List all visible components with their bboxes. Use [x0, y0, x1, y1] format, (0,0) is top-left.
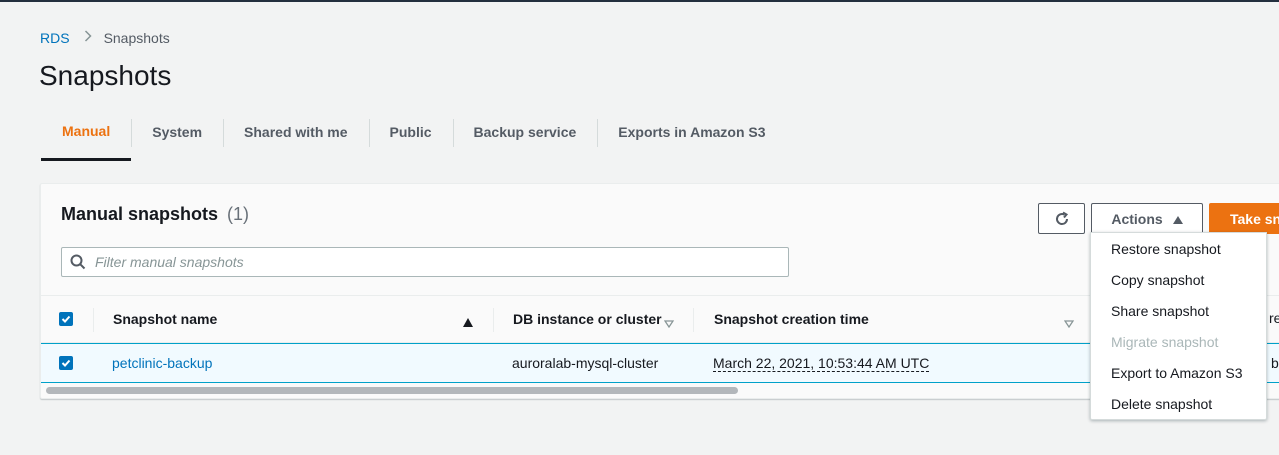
header-separator — [93, 296, 94, 342]
take-snapshot-button[interactable]: Take snapshot — [1209, 203, 1279, 234]
checkmark-icon — [61, 315, 71, 323]
db-instance-cell: auroralab-mysql-cluster — [512, 355, 659, 371]
refresh-icon — [1055, 211, 1068, 225]
panel-title-text: Manual snapshots — [61, 204, 219, 224]
tab-shared-with-me[interactable]: Shared with me — [223, 110, 368, 154]
tab-public[interactable]: Public — [368, 110, 453, 154]
tab-backup-service[interactable]: Backup service — [452, 110, 598, 154]
tab-exports-s3[interactable]: Exports in Amazon S3 — [597, 110, 786, 154]
column-label: Snapshot creation time — [714, 311, 869, 327]
snapshot-count: (1) — [227, 204, 250, 224]
panel-title: Manual snapshots (1) — [61, 204, 249, 225]
sort-ascending-icon[interactable] — [463, 314, 473, 330]
tab-bar: Manual System Shared with me Public Back… — [41, 110, 787, 161]
column-label: DB instance or cluster — [513, 311, 662, 327]
sort-icon[interactable] — [1063, 315, 1075, 331]
breadcrumb-current: Snapshots — [103, 29, 170, 46]
menu-item-restore-snapshot[interactable]: Restore snapshot — [1091, 233, 1266, 264]
breadcrumb-rds-link[interactable]: RDS — [40, 30, 70, 46]
breadcrumb: RDS Snapshots — [40, 29, 170, 46]
top-border — [0, 0, 1279, 2]
row-checkbox[interactable] — [59, 356, 73, 370]
column-label: Snapshot name — [113, 311, 218, 327]
menu-item-migrate-snapshot: Migrate snapshot — [1111, 333, 1219, 350]
sort-icon[interactable] — [663, 315, 675, 331]
search-icon — [70, 254, 86, 270]
checkmark-icon — [61, 359, 71, 367]
chevron-right-icon — [84, 29, 92, 46]
column-header-snapshot-name[interactable]: Snapshot name — [113, 296, 494, 342]
tab-manual[interactable]: Manual — [41, 110, 132, 161]
row-peek: ble — [1271, 355, 1279, 371]
menu-item-share-snapshot[interactable]: Share snapshot — [1091, 295, 1266, 326]
menu-item-copy-snapshot[interactable]: Copy snapshot — [1091, 264, 1266, 295]
snapshot-name-link[interactable]: petclinic-backup — [112, 344, 212, 382]
creation-time-text: March 22, 2021, 10:53:44 AM UTC — [713, 354, 930, 372]
filter-box — [61, 247, 789, 277]
scrollbar-thumb[interactable] — [46, 387, 738, 394]
column-header-peek: res — [1269, 310, 1279, 326]
column-header-db-instance[interactable]: DB instance or cluster — [513, 296, 694, 342]
tab-system[interactable]: System — [131, 110, 223, 154]
column-header-creation-time[interactable]: Snapshot creation time — [714, 296, 1091, 342]
menu-item-export-s3[interactable]: Export to Amazon S3 — [1091, 357, 1266, 388]
row-select-cell — [59, 344, 79, 382]
caret-up-icon — [1172, 211, 1183, 227]
page-title: Snapshots — [39, 60, 172, 91]
filter-input[interactable] — [95, 254, 755, 270]
actions-label: Actions — [1111, 210, 1163, 227]
creation-time-cell: March 22, 2021, 10:53:44 AM UTC — [713, 344, 930, 382]
actions-button[interactable]: Actions — [1091, 203, 1203, 234]
actions-dropdown-menu: Restore snapshot Copy snapshot Share sna… — [1090, 232, 1267, 420]
select-all-checkbox[interactable] — [59, 312, 73, 326]
select-all-cell — [59, 296, 79, 342]
menu-item-delete-snapshot[interactable]: Delete snapshot — [1091, 388, 1266, 419]
refresh-button[interactable] — [1038, 203, 1085, 234]
